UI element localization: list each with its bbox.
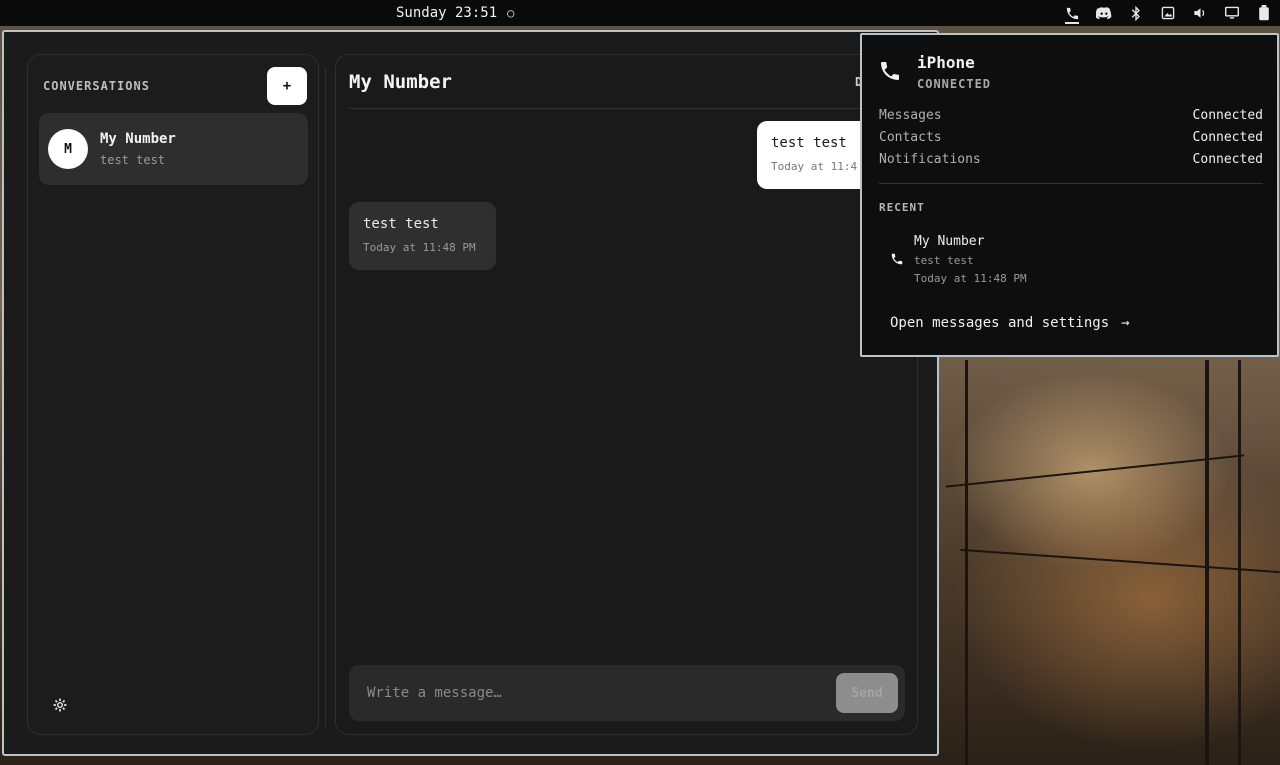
chat-header-divider [349,108,904,109]
phone-icon [878,59,904,85]
chat-panel: My Number D test test Today at 11:4 test… [335,54,918,735]
service-name: Contacts [879,130,942,145]
volume-icon[interactable] [1184,0,1216,26]
service-name: Messages [879,108,942,123]
conversations-sidebar: CONVERSATIONS + M My Number test test [27,54,319,735]
conversation-name: My Number [100,131,176,147]
message-time: Today at 11:48 PM [363,241,476,254]
settings-gear-icon[interactable] [50,695,70,715]
recent-item-name: My Number [914,234,985,249]
phone-icon [890,251,906,267]
service-row-messages: Messages Connected [879,108,1263,126]
service-name: Notifications [879,152,981,167]
phone-icon[interactable] [1056,0,1088,26]
service-state: Connected [1192,152,1263,167]
message-text: test test [363,216,439,232]
service-state: Connected [1192,130,1263,145]
message-composer: Send [349,665,905,721]
service-row-notifications: Notifications Connected [879,152,1263,170]
open-link-label: Open messages and settings [890,315,1110,331]
message-bubble-incoming: test test Today at 11:48 PM [349,202,496,270]
system-tray [1056,0,1280,26]
service-state: Connected [1192,108,1263,123]
battery-icon[interactable] [1248,0,1280,26]
device-name: iPhone [917,53,975,72]
device-status: CONNECTED [917,77,992,91]
message-input[interactable] [349,665,829,721]
new-conversation-button[interactable]: + [267,67,307,105]
recent-heading: RECENT [879,201,925,214]
screenshot-icon[interactable] [1152,0,1184,26]
conversation-item[interactable]: M My Number test test [39,113,308,185]
display-icon[interactable] [1216,0,1248,26]
top-bar: Sunday 23:51 ○ [0,0,1280,26]
arrow-right-icon: → [1121,315,1130,331]
bluetooth-icon[interactable] [1120,0,1152,26]
messages-window: CONVERSATIONS + M My Number test test My… [2,30,939,756]
discord-icon[interactable] [1088,0,1120,26]
popup-divider [879,183,1263,184]
avatar: M [48,129,88,169]
conversation-preview: test test [100,153,166,167]
phone-status-popup: iPhone CONNECTED Messages Connected Cont… [860,33,1279,357]
service-row-contacts: Contacts Connected [879,130,1263,148]
status-ring-icon: ○ [507,6,515,20]
open-messages-settings-link[interactable]: Open messages and settings → [890,315,1130,331]
message-text: test test [771,135,847,151]
chat-title: My Number [349,71,452,93]
sidebar-title: CONVERSATIONS [43,79,150,93]
recent-item-time: Today at 11:48 PM [914,272,1027,285]
send-button[interactable]: Send [836,673,898,713]
message-time: Today at 11:4 [771,160,858,173]
recent-item-text: test test [914,254,974,267]
panel-divider[interactable] [325,67,326,727]
clock[interactable]: Sunday 23:51 ○ [396,0,514,26]
clock-text: Sunday 23:51 [396,5,498,21]
